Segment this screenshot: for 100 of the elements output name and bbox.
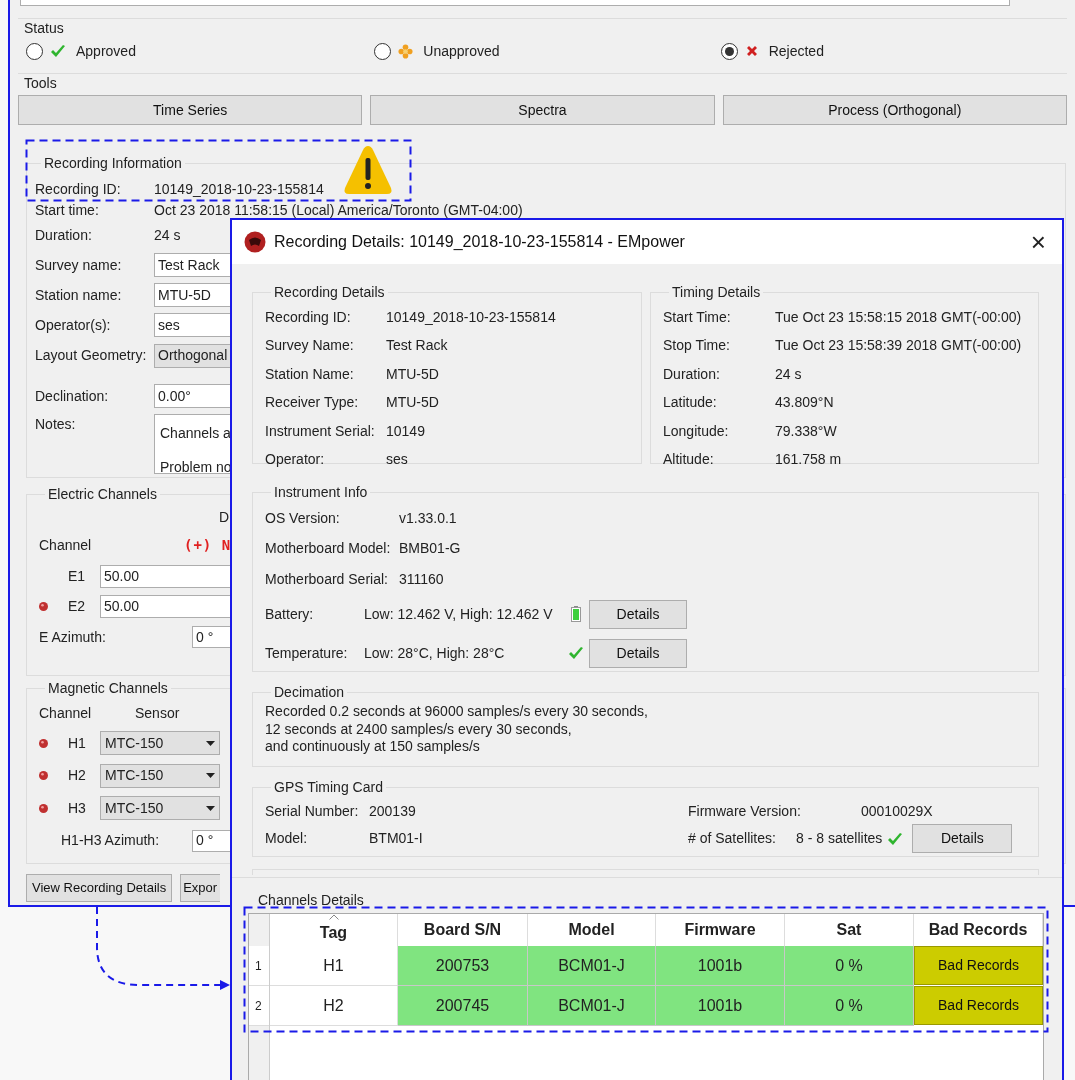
field-label: Firmware Version: xyxy=(688,802,802,821)
flower-icon xyxy=(398,43,414,59)
group-title: Decimation xyxy=(273,683,346,702)
table-cell: BCM01-J xyxy=(528,946,656,986)
details-button[interactable]: Details xyxy=(589,599,687,629)
radio-button[interactable] xyxy=(374,42,392,60)
field-value: 00010029X xyxy=(861,802,933,821)
group-title: Recording Information xyxy=(43,154,183,173)
field-value: ses xyxy=(386,450,408,470)
field-label: Survey Name: xyxy=(265,336,355,356)
field-label: Operator: xyxy=(265,450,326,470)
field-value: Oct 23 2018 11:58:15 (Local) America/Toronto (GMT-04:00) xyxy=(154,202,523,217)
radio-label: Rejected xyxy=(768,41,824,61)
field-value: 10149_2018-10-23-155814 xyxy=(386,307,556,327)
field-value: 200139 xyxy=(369,802,416,821)
button[interactable]: Process (Orthogonal) xyxy=(722,95,1067,125)
check-icon xyxy=(50,44,66,58)
field-label: Survey name: xyxy=(35,255,123,275)
field-label: Receiver Type: xyxy=(265,393,360,413)
column-header[interactable]: Tag xyxy=(270,914,398,946)
field-label: Start Time: xyxy=(663,307,732,327)
column-header: Channel xyxy=(39,535,93,555)
warning-icon xyxy=(343,144,393,196)
column-header: Channel xyxy=(39,703,93,723)
field-value: 161.758 m xyxy=(775,450,842,470)
table-cell: 1001b xyxy=(656,986,785,1026)
field-value: MTU-5D xyxy=(386,393,439,413)
group-title: Status xyxy=(24,19,64,37)
column-header: Sensor xyxy=(135,703,180,723)
channel-label: H1 xyxy=(68,733,87,753)
channel-label: H3 xyxy=(68,798,87,818)
row-number: 2 xyxy=(249,986,269,1026)
dropdown[interactable]: MTC-150 xyxy=(100,731,220,756)
table-cell: 0 % xyxy=(785,986,914,1026)
polarity-label: (+) N xyxy=(184,535,232,555)
details-button[interactable]: Details xyxy=(589,638,687,668)
bad-records-button[interactable]: Bad Records xyxy=(914,946,1043,985)
field-label: Declination: xyxy=(35,386,110,406)
check-icon xyxy=(568,646,584,660)
radio-button[interactable] xyxy=(720,42,738,60)
battery-icon xyxy=(571,606,581,622)
dropdown[interactable]: MTC-150 xyxy=(100,796,220,821)
field-label: Layout Geometry: xyxy=(35,346,148,365)
button[interactable]: Expor xyxy=(180,874,221,902)
table-cell: BCM01-J xyxy=(528,986,656,1026)
group-title: Timing Details xyxy=(671,283,762,302)
input-field[interactable]: 50.00 xyxy=(100,564,232,588)
field-value: 311160 xyxy=(399,569,444,589)
field-label: Duration: xyxy=(663,364,721,384)
input-field[interactable]: 0 ° xyxy=(192,626,230,648)
field-label: Temperature: xyxy=(265,643,349,663)
dropdown[interactable]: MTC-150 xyxy=(100,763,220,788)
field-label: Model: xyxy=(265,829,309,848)
channel-label: E1 xyxy=(68,566,87,586)
button[interactable]: View Recording Details xyxy=(26,874,173,902)
field-value: 79.338°W xyxy=(775,421,837,441)
details-button[interactable]: Details xyxy=(912,824,1013,853)
dropdown-arrow-icon xyxy=(206,805,215,811)
radio-button[interactable] xyxy=(26,42,43,60)
field-value: MTU-5D xyxy=(386,364,439,384)
input-field[interactable] xyxy=(20,0,1010,6)
group-title: Tools xyxy=(24,74,57,92)
field-label: Recording ID: xyxy=(35,181,122,196)
radio-label: Approved xyxy=(76,41,136,61)
app-logo-icon xyxy=(244,231,266,253)
input-field[interactable]: 50.00 xyxy=(100,594,232,618)
channel-label: E2 xyxy=(68,596,87,616)
group-title: Magnetic Channels xyxy=(47,679,169,698)
field-value: 24 s xyxy=(775,364,802,384)
table-cell: 200753 xyxy=(398,946,528,986)
field-label: Latitude: xyxy=(663,393,718,413)
field-label: Instrument Serial: xyxy=(265,421,376,441)
field-label: Stop Time: xyxy=(663,336,731,356)
close-button[interactable]: × xyxy=(1030,229,1046,255)
button[interactable]: Spectra xyxy=(370,95,715,125)
bad-records-button[interactable]: Bad Records xyxy=(914,986,1043,1025)
field-label: Motherboard Model: xyxy=(265,539,392,559)
dropdown-arrow-icon xyxy=(206,740,215,746)
field-label: Longitude: xyxy=(663,421,730,441)
group-title: GPS Timing Card xyxy=(273,778,384,797)
row-number: 1 xyxy=(249,946,269,986)
channel-label: H2 xyxy=(68,766,87,786)
window-title: Recording Details: 10149_2018-10-23-155814 - EMpower xyxy=(274,232,685,252)
field-value: 10149_2018-10-23-155814 xyxy=(154,181,324,196)
decimation-text: Recorded 0.2 seconds at 96000 samples/s every 30 seconds, 12 seconds at 2400 samples/s every 30 seconds, and continuously at 150 samples/s xyxy=(265,703,648,756)
field-label: Start time: xyxy=(35,202,100,217)
button[interactable]: Time Series xyxy=(18,95,363,125)
dropdown-arrow-icon xyxy=(206,773,215,779)
field-label: Altitude: xyxy=(663,450,715,470)
table-cell: 1001b xyxy=(656,946,785,986)
group-title: Electric Channels xyxy=(47,485,158,504)
field-value: 24 s xyxy=(154,228,181,242)
field-value: BMB01-G xyxy=(399,539,461,559)
field-label: Serial Number: xyxy=(265,802,360,821)
field-label: Operator(s): xyxy=(35,315,112,335)
field-label: Notes: xyxy=(35,415,77,434)
field-label: Motherboard Serial: xyxy=(265,569,389,589)
field-label: Station Name: xyxy=(265,364,355,384)
input-field[interactable]: 0 ° xyxy=(192,829,230,852)
field-value: 10149 xyxy=(386,421,425,441)
